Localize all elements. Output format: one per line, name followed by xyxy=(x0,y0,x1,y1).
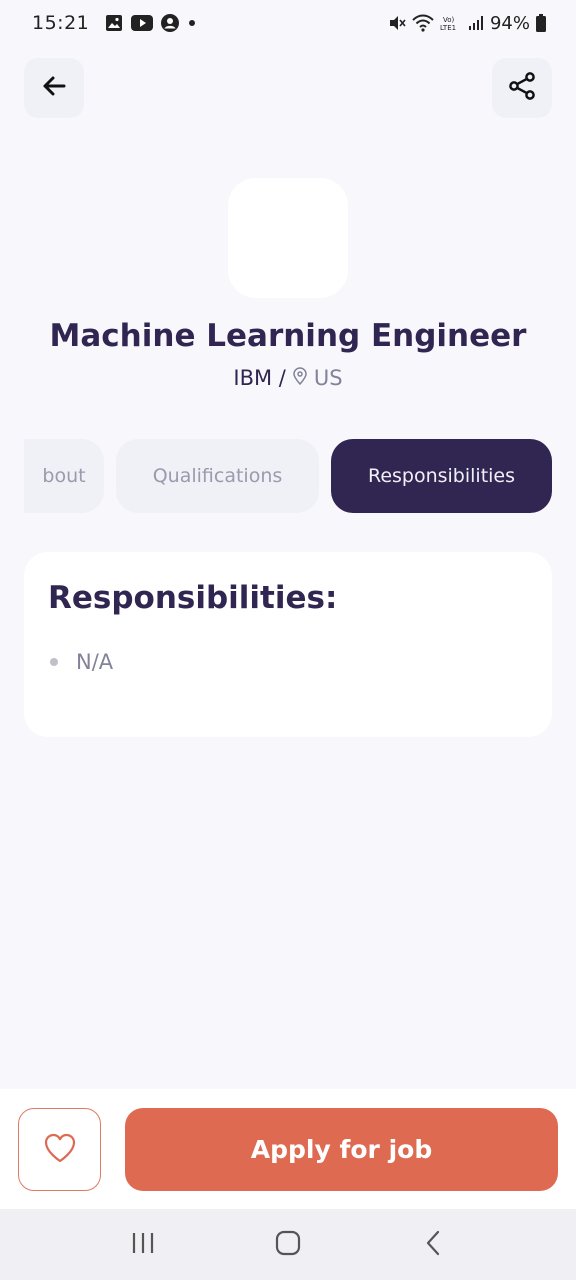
dot-icon xyxy=(187,18,197,28)
tab-qualifications-label: Qualifications xyxy=(152,465,283,487)
list-item: N/A xyxy=(48,650,528,674)
favorite-button[interactable] xyxy=(18,1108,101,1191)
tab-qualifications[interactable]: Qualifications xyxy=(116,439,319,513)
company-name: IBM / xyxy=(233,366,286,390)
system-nav-bar xyxy=(0,1209,576,1280)
svg-text:LTE1: LTE1 xyxy=(440,24,456,32)
home-icon xyxy=(275,1230,301,1260)
status-left: 15:21 xyxy=(32,12,197,34)
tab-about-label: bout xyxy=(42,465,86,487)
arrow-left-icon xyxy=(40,72,68,104)
responsibilities-list: N/A xyxy=(48,650,528,674)
section-title: Responsibilities: xyxy=(48,580,338,616)
battery-percent: 94% xyxy=(489,12,530,34)
tab-responsibilities[interactable]: Responsibilities xyxy=(331,439,552,513)
job-title: Machine Learning Engineer xyxy=(49,318,527,354)
list-item-text: N/A xyxy=(76,650,114,674)
back-button[interactable] xyxy=(24,58,84,118)
status-bar: 15:21 Vo) LTE1 94% xyxy=(0,0,576,46)
responsibilities-card: Responsibilities: N/A xyxy=(24,552,552,737)
tab-about[interactable]: bout xyxy=(24,439,104,513)
system-back-button[interactable] xyxy=(403,1220,463,1270)
recent-apps-button[interactable] xyxy=(113,1220,173,1270)
volte-icon: Vo) LTE1 xyxy=(440,14,462,32)
mute-icon xyxy=(388,14,406,32)
heart-icon xyxy=(43,1132,77,1168)
bullet-dot-icon xyxy=(50,658,58,666)
image-icon xyxy=(105,14,123,32)
share-button[interactable] xyxy=(492,58,552,118)
signal-icon xyxy=(468,15,484,31)
account-icon xyxy=(161,14,180,32)
job-details-screen: 15:21 Vo) LTE1 94% Machine Learning Engi… xyxy=(0,0,576,1280)
share-icon xyxy=(507,71,537,105)
apply-button[interactable]: Apply for job xyxy=(125,1108,558,1191)
status-right: Vo) LTE1 94% xyxy=(388,13,546,34)
wifi-icon xyxy=(412,14,434,32)
footer: Apply for job xyxy=(0,1089,576,1209)
nav-back-icon xyxy=(424,1230,442,1260)
svg-text:Vo): Vo) xyxy=(443,16,455,24)
location-pin-icon xyxy=(292,366,308,390)
company-location-line: IBM / US xyxy=(0,366,576,390)
status-time: 15:21 xyxy=(32,12,90,34)
youtube-icon xyxy=(131,15,154,31)
job-location: US xyxy=(313,366,343,390)
home-button[interactable] xyxy=(258,1220,318,1270)
tab-responsibilities-label: Responsibilities xyxy=(367,465,516,487)
tab-bar: bout Qualifications Responsibilities xyxy=(24,439,552,513)
battery-icon xyxy=(536,14,546,32)
company-logo xyxy=(228,178,348,298)
recent-apps-icon xyxy=(130,1231,156,1259)
